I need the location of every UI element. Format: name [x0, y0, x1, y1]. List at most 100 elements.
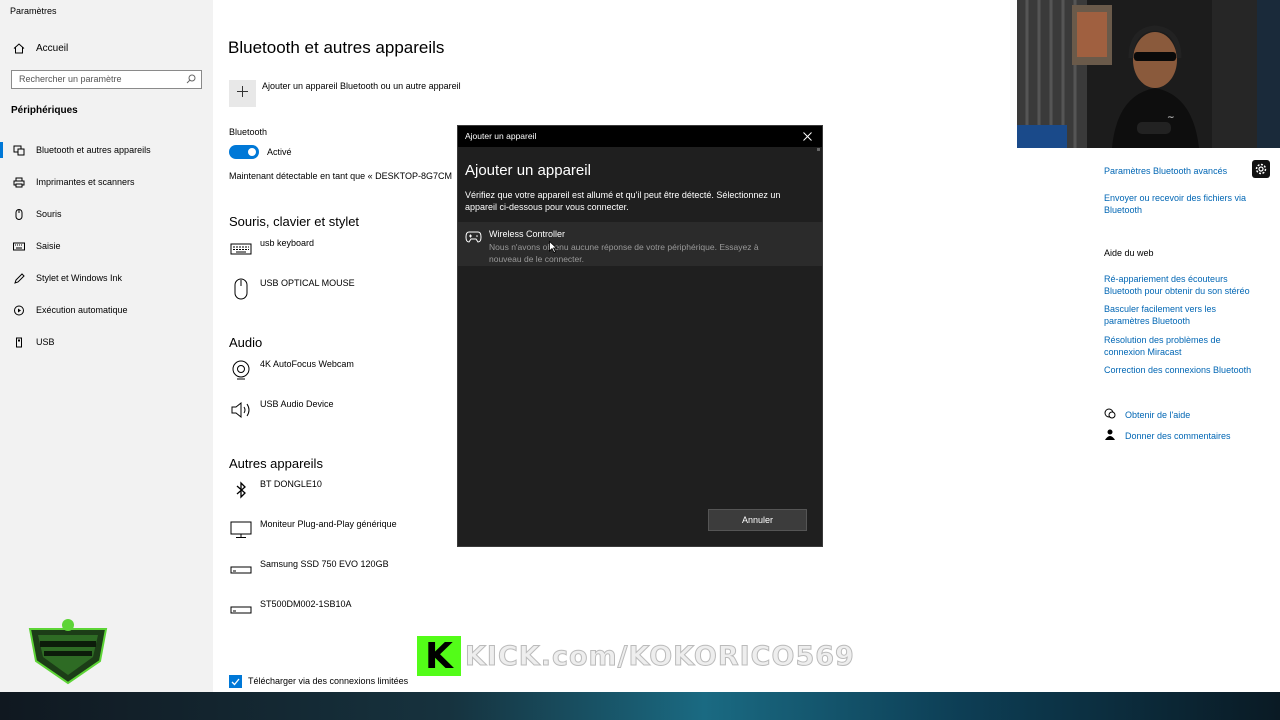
bluetooth-icon	[229, 478, 253, 502]
add-device-dialog: Ajouter un appareil Ajouter un appareil …	[457, 125, 823, 547]
get-help-link[interactable]: Obtenir de l'aide	[1104, 408, 1190, 422]
home-label: Accueil	[36, 42, 69, 54]
dialog-window-title: Ajouter un appareil	[465, 131, 537, 141]
discoverable-text: Maintenant détectable en tant que « DESK…	[229, 171, 452, 181]
device-name: Samsung SSD 750 EVO 120GB	[260, 559, 389, 569]
gear-icon[interactable]	[1252, 160, 1270, 178]
mouse-icon	[229, 277, 253, 301]
mouse-icon	[12, 208, 26, 220]
home-icon	[12, 42, 26, 54]
pen-icon	[12, 272, 26, 284]
webcam-icon	[229, 358, 253, 382]
dialog-heading: Ajouter un appareil	[465, 162, 591, 179]
sidebar-item-typing[interactable]: Saisie	[0, 235, 213, 257]
found-device-item[interactable]: Wireless Controller Nous n'avons obtenu …	[458, 222, 822, 266]
device-hard-drive[interactable]: ST500DM002-1SB10A	[229, 598, 352, 622]
speaker-icon	[229, 398, 253, 422]
mouse-cursor-icon	[549, 240, 558, 258]
section-title: Périphériques	[11, 105, 78, 116]
settings-search-input[interactable]: Rechercher un paramètre	[11, 70, 202, 89]
feedback-icon	[1104, 429, 1116, 443]
close-icon[interactable]	[800, 129, 814, 143]
sidebar-item-pen[interactable]: Stylet et Windows Ink	[0, 267, 213, 289]
help-title: Aide du web	[1104, 248, 1154, 258]
monitor-icon	[229, 518, 253, 542]
dialog-titlebar[interactable]: Ajouter un appareil	[458, 126, 822, 147]
taskbar	[0, 692, 1280, 720]
plus-icon	[236, 85, 249, 103]
device-name: USB OPTICAL MOUSE	[260, 278, 355, 288]
link-help-bluetooth[interactable]: Correction des connexions Bluetooth	[1104, 364, 1274, 376]
svg-text:~: ~	[1167, 113, 1175, 123]
sidebar-item-label: Exécution automatique	[36, 305, 128, 315]
link-send-receive-files[interactable]: Envoyer ou recevoir des fichiers via Blu…	[1104, 192, 1264, 216]
gamepad-icon	[465, 230, 482, 248]
get-help-label: Obtenir de l'aide	[1125, 410, 1191, 420]
sidebar-item-label: Saisie	[36, 241, 61, 251]
link-help-miracast[interactable]: Résolution des problèmes de connexion Mi…	[1104, 334, 1234, 358]
drive-icon	[229, 558, 253, 582]
bluetooth-label: Bluetooth	[229, 127, 268, 137]
kick-logo: K	[417, 636, 461, 677]
webcam-overlay: ~	[1017, 0, 1280, 148]
found-device-status: Nous n'avons obtenu aucune réponse de vo…	[489, 242, 759, 264]
metered-label[interactable]: Télécharger via des connexions limitées	[248, 676, 408, 686]
device-usb-optical-mouse[interactable]: USB OPTICAL MOUSE	[229, 277, 355, 301]
cancel-button[interactable]: Annuler	[708, 509, 807, 531]
search-placeholder: Rechercher un paramètre	[19, 74, 122, 84]
autoplay-icon	[12, 304, 26, 316]
device-name: usb keyboard	[260, 238, 315, 248]
link-help-stereo[interactable]: Ré-appariement des écouteurs Bluetooth p…	[1104, 273, 1264, 297]
metered-checkbox[interactable]	[229, 675, 242, 688]
keyboard-icon	[229, 237, 253, 261]
sidebar-item-label: USB	[36, 337, 55, 347]
bluetooth-devices-icon	[12, 144, 26, 156]
kick-channel-url: KICK.com/KOKORICO569	[465, 640, 855, 672]
sidebar-item-label: Imprimantes et scanners	[36, 177, 135, 187]
usb-icon	[12, 336, 26, 348]
sidebar-home[interactable]: Accueil	[12, 42, 68, 54]
sidebar-item-mouse[interactable]: Souris	[0, 203, 213, 225]
sidebar-item-bluetooth[interactable]: Bluetooth et autres appareils	[0, 139, 213, 161]
group-title-other: Autres appareils	[229, 456, 323, 471]
page-title: Bluetooth et autres appareils	[228, 38, 445, 57]
keyboard-icon	[12, 240, 26, 252]
search-icon[interactable]	[186, 74, 196, 86]
sidebar-item-printers[interactable]: Imprimantes et scanners	[0, 171, 213, 193]
device-webcam[interactable]: 4K AutoFocus Webcam	[229, 358, 354, 382]
scrollbar-indicator[interactable]	[817, 148, 820, 151]
device-monitor[interactable]: Moniteur Plug-and-Play générique	[229, 518, 397, 542]
bluetooth-toggle[interactable]	[229, 145, 259, 159]
feedback-link[interactable]: Donner des commentaires	[1104, 429, 1231, 443]
sidebar-item-label: Bluetooth et autres appareils	[36, 145, 151, 155]
device-name: 4K AutoFocus Webcam	[260, 359, 354, 369]
sidebar-item-label: Stylet et Windows Ink	[36, 273, 123, 283]
app-title: Paramètres	[10, 6, 57, 16]
device-name: ST500DM002-1SB10A	[260, 599, 352, 609]
add-device-button[interactable]	[229, 80, 256, 107]
feedback-label: Donner des commentaires	[1125, 431, 1231, 441]
kick-channel-banner: K KICK.com/KOKORICO569	[417, 636, 855, 677]
found-device-name: Wireless Controller	[489, 229, 566, 239]
device-samsung-ssd[interactable]: Samsung SSD 750 EVO 120GB	[229, 558, 389, 582]
bluetooth-state: Activé	[267, 147, 292, 157]
link-advanced-bluetooth[interactable]: Paramètres Bluetooth avancés	[1104, 165, 1227, 177]
device-usb-keyboard[interactable]: usb keyboard	[229, 237, 314, 261]
device-bt-dongle[interactable]: BT DONGLE10	[229, 478, 322, 502]
group-title-mouse-keyboard: Souris, clavier et stylet	[229, 214, 360, 229]
sidebar-item-label: Souris	[36, 209, 62, 219]
drive-icon	[229, 598, 253, 622]
add-device-label[interactable]: Ajouter un appareil Bluetooth ou un autr…	[262, 81, 461, 91]
device-name: USB Audio Device	[260, 399, 334, 409]
device-usb-audio[interactable]: USB Audio Device	[229, 398, 334, 422]
group-title-audio: Audio	[229, 335, 263, 350]
sidebar-item-autoplay[interactable]: Exécution automatique	[0, 299, 213, 321]
dialog-description: Vérifiez que votre appareil est allumé e…	[465, 190, 781, 212]
sidebar-item-usb[interactable]: USB	[0, 331, 213, 353]
link-help-switch[interactable]: Basculer facilement vers les paramètres …	[1104, 303, 1234, 327]
device-name: Moniteur Plug-and-Play générique	[260, 519, 397, 529]
settings-sidebar: Paramètres Accueil Rechercher un paramèt…	[0, 0, 213, 692]
help-chat-icon	[1104, 408, 1116, 422]
printer-icon	[12, 176, 26, 188]
streamer-logo-badge	[26, 617, 110, 685]
